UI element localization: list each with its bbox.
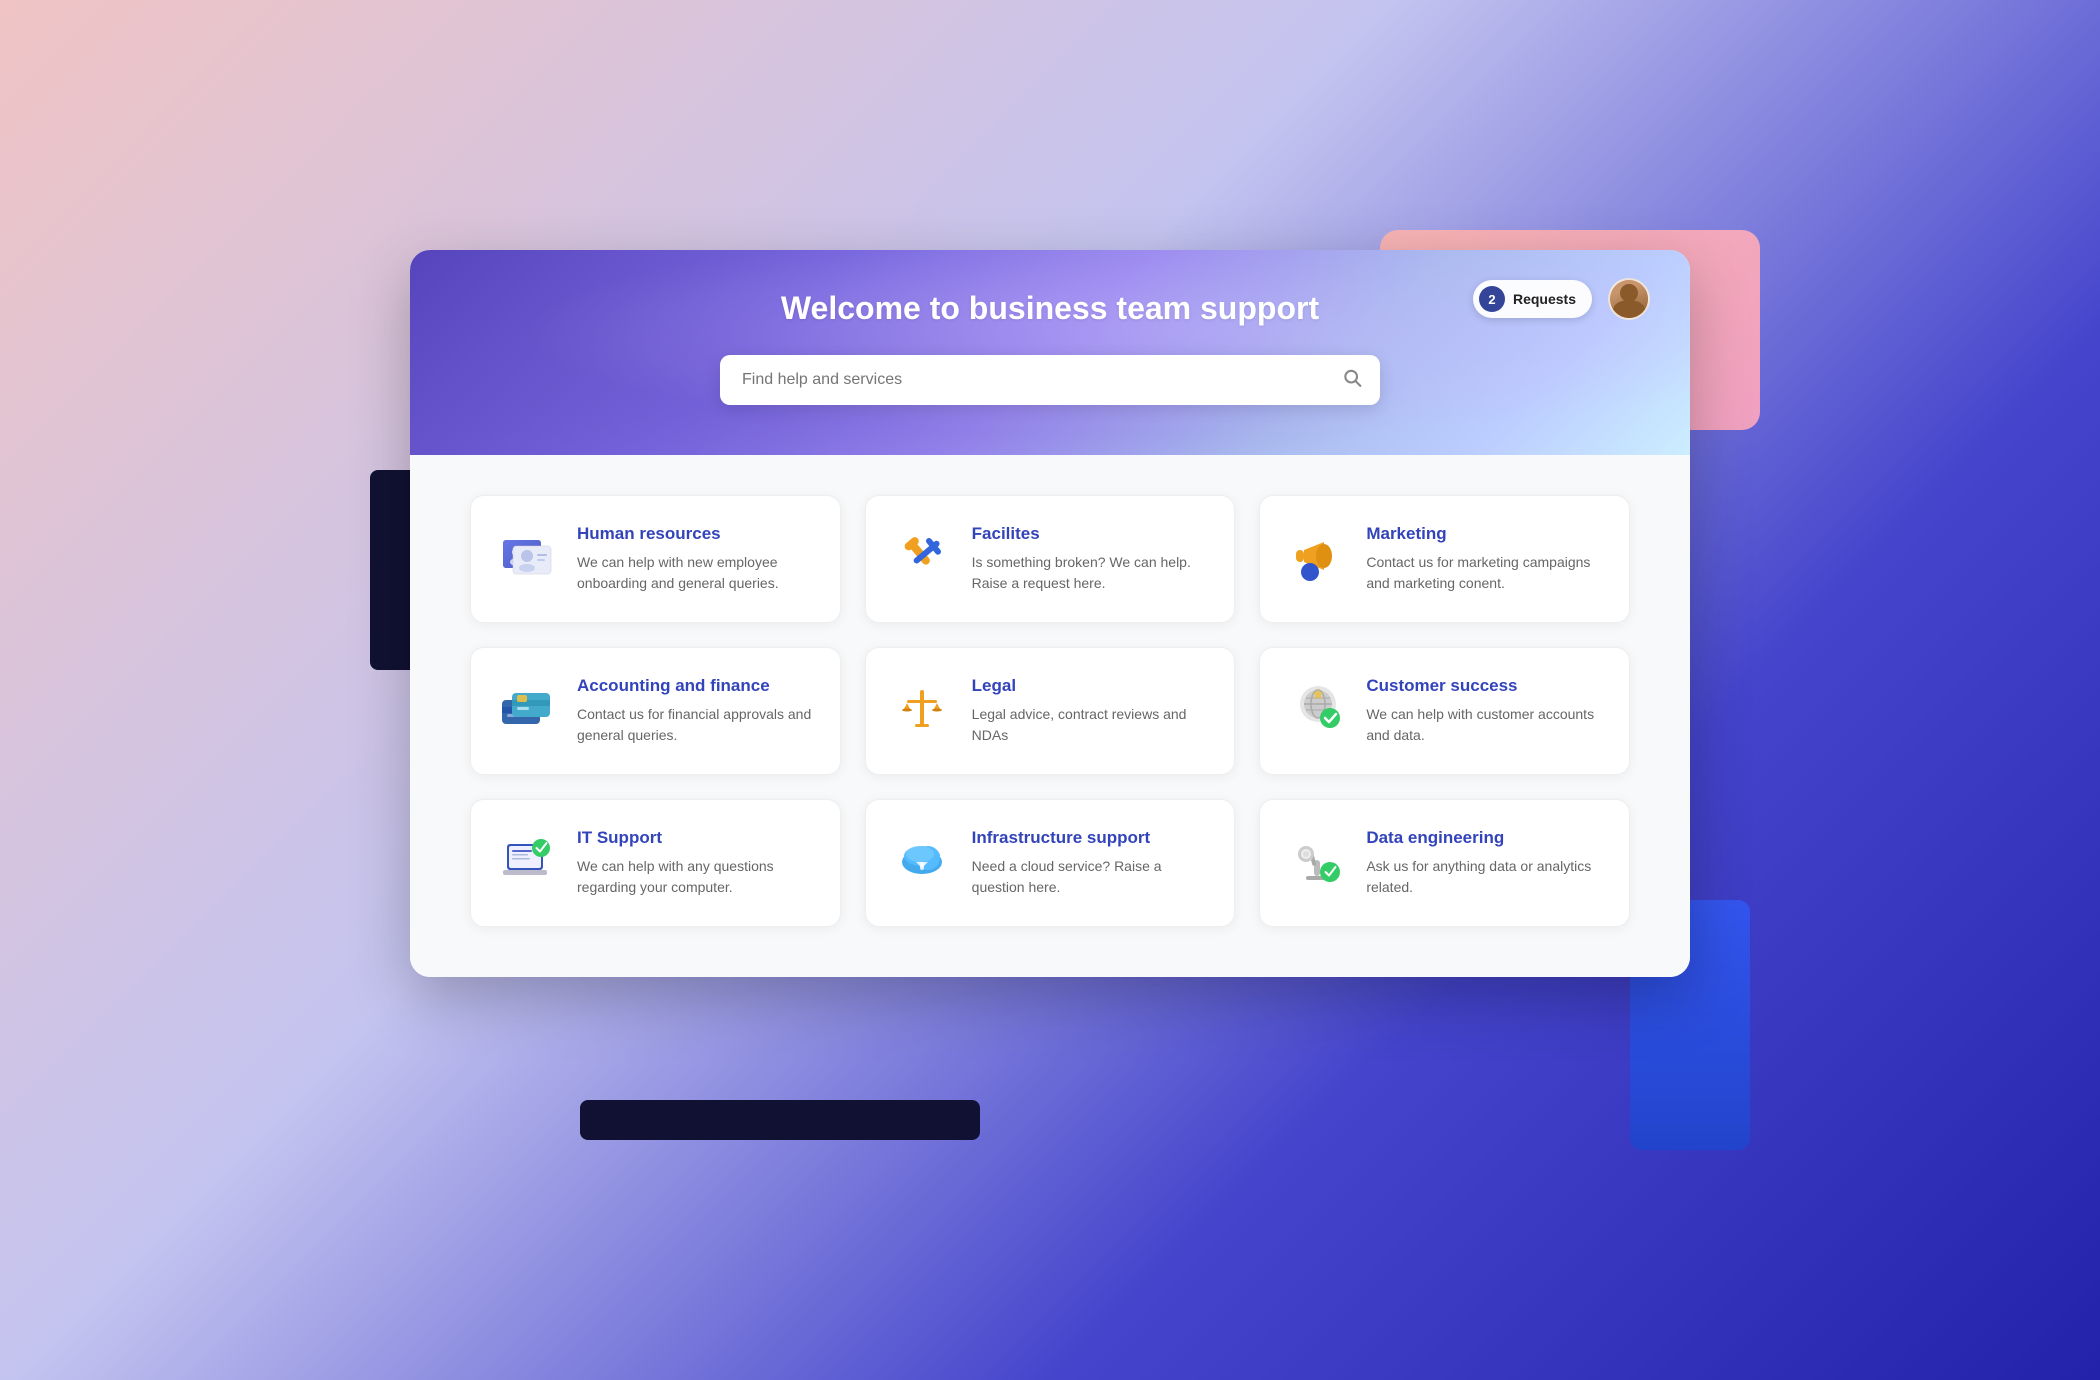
it-support-text: IT Support We can help with any question… [577,828,816,898]
service-card-facilities[interactable]: Facilites Is something broken? We can he… [865,495,1236,623]
infrastructure-desc: Need a cloud service? Raise a question h… [972,856,1211,898]
bg-accent-bottom [580,1100,980,1140]
infrastructure-text: Infrastructure support Need a cloud serv… [972,828,1211,898]
marketing-desc: Contact us for marketing campaigns and m… [1366,552,1605,594]
legal-title: Legal [972,676,1211,696]
facilities-icon [890,524,954,588]
search-icon [1342,368,1362,393]
service-card-marketing[interactable]: Marketing Contact us for marketing campa… [1259,495,1630,623]
search-bar [720,355,1380,405]
header: 2 Requests Welcome to business team supp… [410,250,1690,455]
accounting-text: Accounting and finance Contact us for fi… [577,676,816,746]
customer-success-title: Customer success [1366,676,1605,696]
outer-wrapper: 2 Requests Welcome to business team supp… [380,250,1720,1130]
page-title: Welcome to business team support [470,290,1630,327]
customer-success-desc: We can help with customer accounts and d… [1366,704,1605,746]
accounting-title: Accounting and finance [577,676,816,696]
search-input[interactable] [720,355,1380,405]
content-area: Human resources We can help with new emp… [410,455,1690,977]
infrastructure-icon [890,828,954,892]
service-card-data-engineering[interactable]: Data engineering Ask us for anything dat… [1259,799,1630,927]
service-card-infrastructure[interactable]: Infrastructure support Need a cloud serv… [865,799,1236,927]
facilities-desc: Is something broken? We can help. Raise … [972,552,1211,594]
accounting-icon [495,676,559,740]
it-support-desc: We can help with any questions regarding… [577,856,816,898]
accounting-desc: Contact us for financial approvals and g… [577,704,816,746]
infrastructure-title: Infrastructure support [972,828,1211,848]
hr-title: Human resources [577,524,816,544]
data-engineering-text: Data engineering Ask us for anything dat… [1366,828,1605,898]
legal-text: Legal Legal advice, contract reviews and… [972,676,1211,746]
hr-desc: We can help with new employee onboarding… [577,552,816,594]
service-card-it-support[interactable]: IT Support We can help with any question… [470,799,841,927]
marketing-text: Marketing Contact us for marketing campa… [1366,524,1605,594]
facilities-title: Facilites [972,524,1211,544]
data-engineering-title: Data engineering [1366,828,1605,848]
data-engineering-icon [1284,828,1348,892]
marketing-title: Marketing [1366,524,1605,544]
legal-desc: Legal advice, contract reviews and NDAs [972,704,1211,746]
main-card: 2 Requests Welcome to business team supp… [410,250,1690,977]
data-engineering-desc: Ask us for anything data or analytics re… [1366,856,1605,898]
legal-icon [890,676,954,740]
services-grid: Human resources We can help with new emp… [470,495,1630,927]
service-card-accounting[interactable]: Accounting and finance Contact us for fi… [470,647,841,775]
service-card-customer-success[interactable]: Customer success We can help with custom… [1259,647,1630,775]
facilities-text: Facilites Is something broken? We can he… [972,524,1211,594]
customer-success-icon [1284,676,1348,740]
service-card-legal[interactable]: Legal Legal advice, contract reviews and… [865,647,1236,775]
marketing-icon [1284,524,1348,588]
hr-icon [495,524,559,588]
it-support-title: IT Support [577,828,816,848]
customer-success-text: Customer success We can help with custom… [1366,676,1605,746]
service-card-human-resources[interactable]: Human resources We can help with new emp… [470,495,841,623]
hr-text: Human resources We can help with new emp… [577,524,816,594]
it-support-icon [495,828,559,892]
